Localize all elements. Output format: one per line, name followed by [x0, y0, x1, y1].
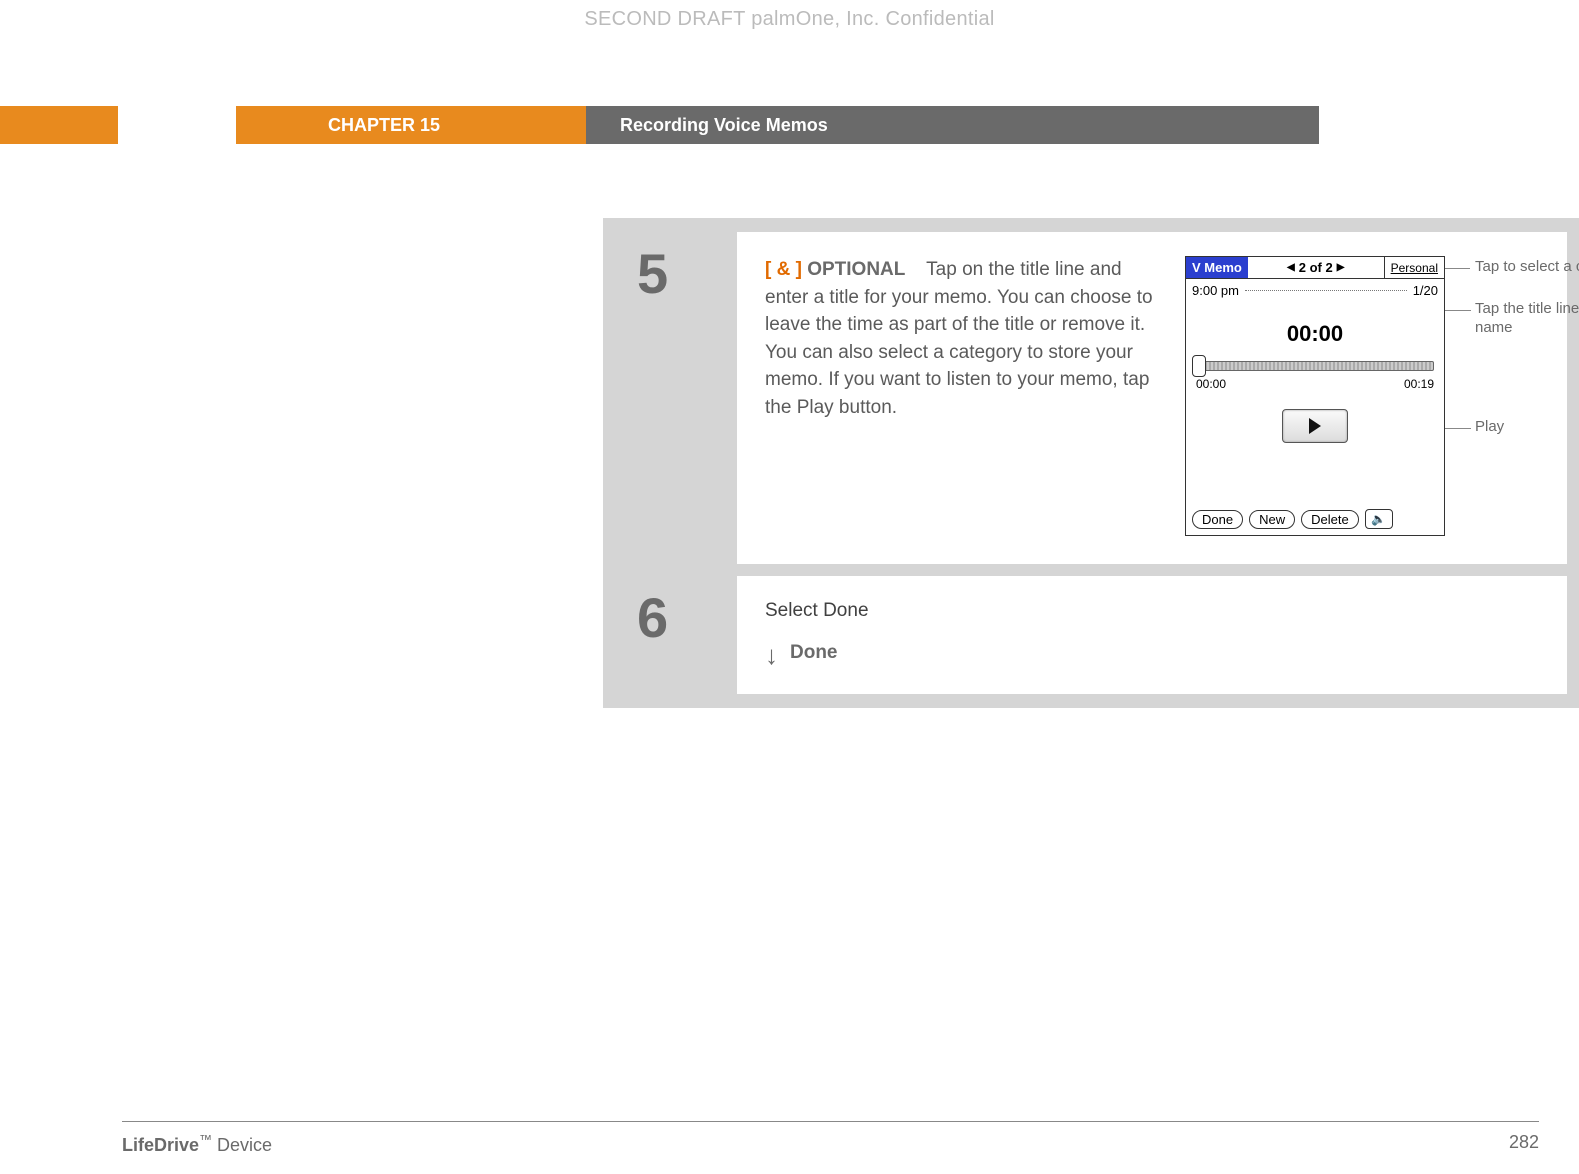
palm-slider[interactable] — [1196, 361, 1434, 371]
footer-product-bold: LifeDrive — [122, 1135, 199, 1155]
down-arrow-icon: ↓ — [765, 642, 778, 668]
palm-speaker-button[interactable]: 🔈 — [1365, 509, 1393, 529]
palm-title-line[interactable]: 9:00 pm 1/20 — [1186, 279, 1444, 301]
palm-timer: 00:00 — [1186, 321, 1444, 347]
step-5-text: [ & ] OPTIONAL Tap on the title line and… — [765, 256, 1165, 536]
step-5: 5 [ & ] OPTIONAL Tap on the title line a… — [617, 232, 1567, 564]
callout-title: Tap the title line and enter a name — [1475, 300, 1579, 338]
palm-titlebar: V Memo ◀ 2 of 2 ▶ Personal — [1186, 257, 1444, 279]
footer-tm: ™ — [199, 1132, 212, 1147]
step-number-6: 6 — [617, 576, 737, 694]
page-footer: LifeDrive™ Device 282 — [122, 1121, 1539, 1156]
step-5-graphic: V Memo ◀ 2 of 2 ▶ Personal 9:00 pm 1/20 — [1185, 256, 1547, 536]
palm-time-range: 00:00 00:19 — [1186, 375, 1444, 391]
palm-slider-thumb[interactable] — [1192, 355, 1206, 377]
chapter-tab-bg — [0, 106, 118, 144]
chapter-label: CHAPTER 15 — [236, 106, 586, 144]
palm-nav[interactable]: ◀ 2 of 2 ▶ — [1248, 257, 1385, 278]
palm-time-start: 00:00 — [1196, 377, 1226, 391]
nav-prev-icon[interactable]: ◀ — [1287, 262, 1295, 273]
section-title: Recording Voice Memos — [586, 106, 1319, 144]
palm-nav-count: 2 of 2 — [1299, 260, 1333, 275]
step-6-body: Select Done ↓ Done — [737, 576, 1567, 694]
chapter-header: CHAPTER 15 Recording Voice Memos — [0, 106, 1579, 144]
step-number-5: 5 — [617, 232, 737, 564]
optional-label: OPTIONAL — [807, 259, 905, 280]
footer-page-number: 282 — [1509, 1132, 1539, 1156]
step-5-body-text: Tap on the title line and enter a title … — [765, 259, 1153, 418]
palm-done-button[interactable]: Done — [1192, 510, 1243, 529]
done-label: Done — [790, 642, 838, 664]
step-6-text: Select Done — [765, 600, 1547, 622]
palm-title-date: 1/20 — [1413, 283, 1438, 298]
callout-category: Tap to select a category — [1475, 258, 1579, 277]
speaker-icon: 🔈 — [1371, 512, 1386, 526]
step-6: 6 Select Done ↓ Done — [617, 576, 1567, 694]
step-5-body: [ & ] OPTIONAL Tap on the title line and… — [737, 232, 1567, 564]
nav-next-icon[interactable]: ▶ — [1337, 262, 1345, 273]
palm-time-end: 00:19 — [1404, 377, 1434, 391]
play-icon — [1309, 418, 1321, 434]
palm-screenshot: V Memo ◀ 2 of 2 ▶ Personal 9:00 pm 1/20 — [1185, 256, 1445, 536]
palm-delete-button[interactable]: Delete — [1301, 510, 1359, 529]
header-spacer — [1319, 106, 1579, 144]
optional-bracket: [ & ] — [765, 259, 802, 280]
footer-product: LifeDrive™ Device — [122, 1132, 272, 1156]
palm-slider-track — [1196, 361, 1434, 371]
callout-play: Play — [1475, 418, 1579, 437]
palm-title-field[interactable] — [1245, 289, 1407, 291]
palm-title-time: 9:00 pm — [1192, 283, 1239, 298]
palm-new-button[interactable]: New — [1249, 510, 1295, 529]
done-indicator: ↓ Done — [765, 640, 1547, 666]
confidential-watermark: SECOND DRAFT palmOne, Inc. Confidential — [584, 8, 994, 31]
palm-category-picker[interactable]: Personal — [1385, 261, 1444, 275]
steps-container: 5 [ & ] OPTIONAL Tap on the title line a… — [603, 218, 1579, 708]
palm-play-button[interactable] — [1282, 409, 1348, 443]
footer-product-rest: Device — [217, 1135, 272, 1155]
palm-bottom-bar: Done New Delete 🔈 — [1192, 509, 1438, 529]
palm-app-name: V Memo — [1186, 257, 1248, 278]
